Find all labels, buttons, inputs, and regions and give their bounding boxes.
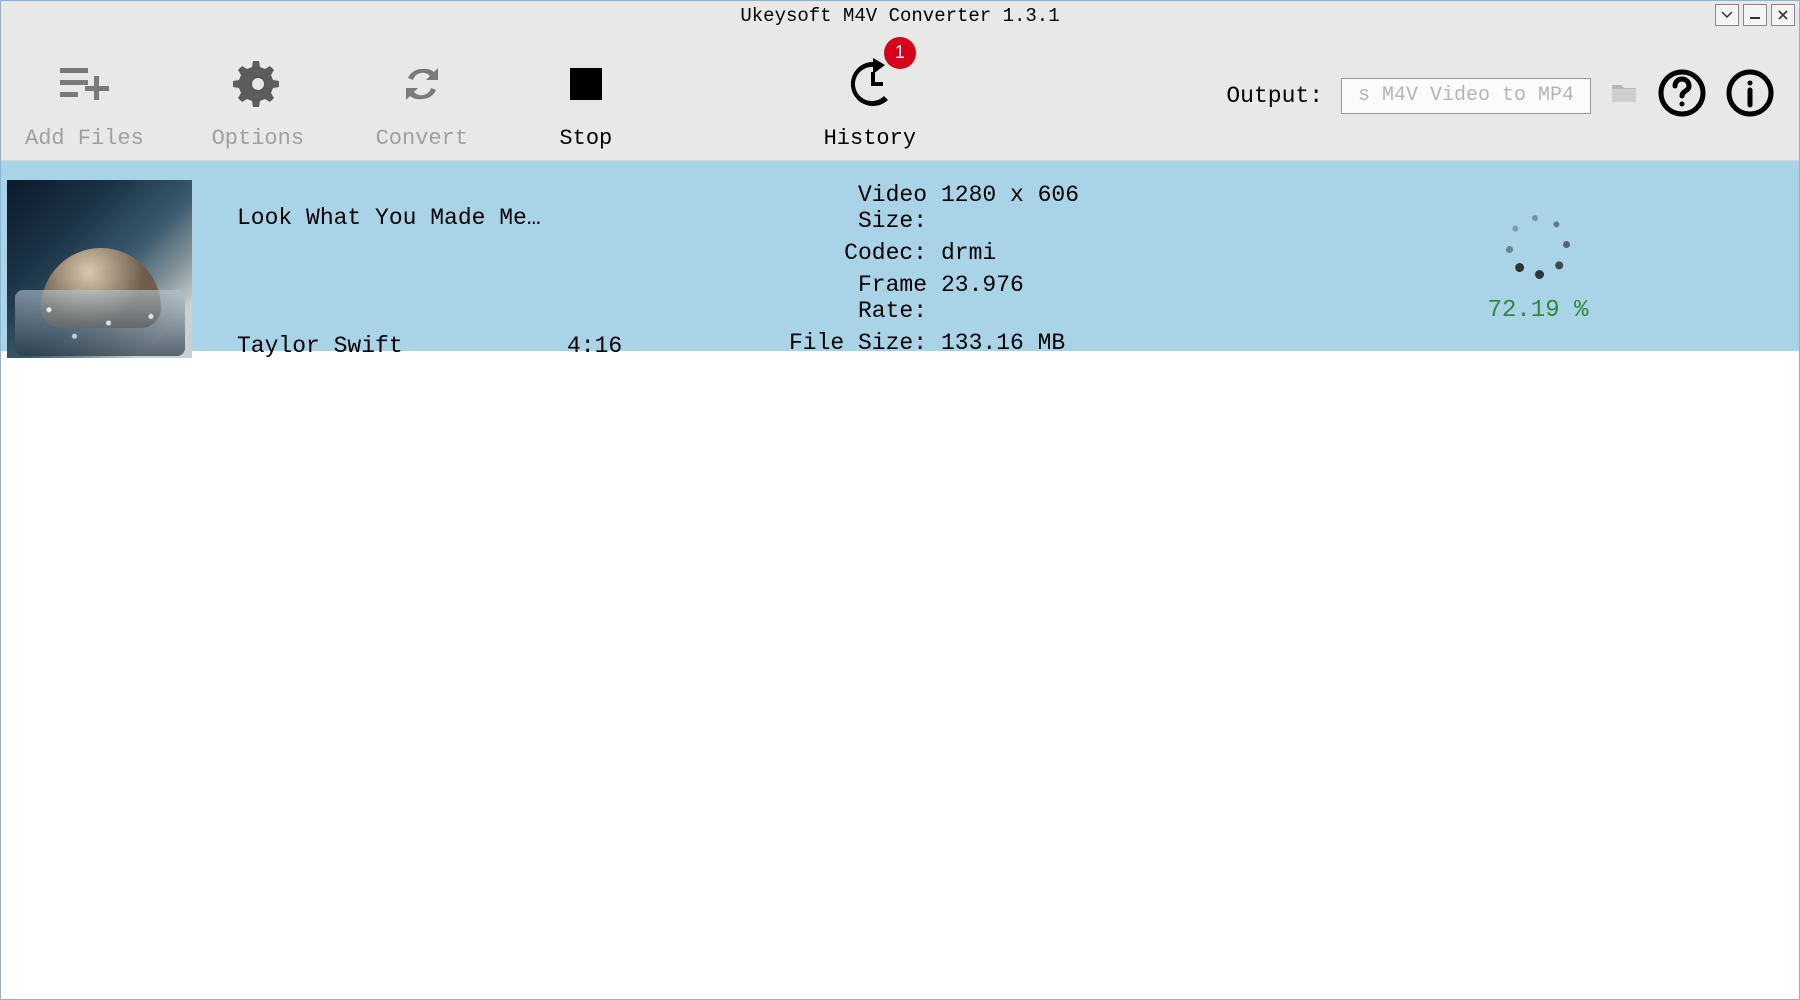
- info-icon: [1725, 68, 1775, 123]
- window-controls: [1715, 4, 1795, 26]
- video-thumbnail: [7, 180, 192, 358]
- options-button[interactable]: Options: [208, 41, 308, 151]
- browse-folder-button[interactable]: [1609, 81, 1639, 111]
- title-cell: Look What You Made Me… Taylor Swift: [217, 167, 557, 371]
- file-size-label: File Size:: [777, 330, 927, 356]
- toolbar-right: Output:: [1226, 71, 1775, 121]
- video-size-label: Video Size:: [777, 182, 927, 234]
- list-item[interactable]: Look What You Made Me… Taylor Swift 4:16…: [1, 161, 1799, 351]
- status-cell: 72.19 %: [1287, 167, 1789, 371]
- video-size-value: 1280 x 606: [941, 182, 1079, 234]
- video-duration: 4:16: [567, 333, 767, 359]
- stop-button[interactable]: Stop: [536, 41, 636, 151]
- help-button[interactable]: [1657, 71, 1707, 121]
- history-badge: 1: [884, 37, 916, 69]
- output-label: Output:: [1226, 83, 1323, 109]
- spinner-icon: [1506, 215, 1570, 279]
- dropdown-button[interactable]: [1715, 4, 1739, 26]
- output-path-input[interactable]: [1341, 78, 1591, 114]
- add-files-label: Add Files: [25, 126, 144, 151]
- convert-button[interactable]: Convert: [372, 41, 472, 151]
- app-title: Ukeysoft M4V Converter 1.3.1: [740, 5, 1059, 27]
- frame-rate-value: 23.976: [941, 272, 1024, 324]
- metadata-cell: Video Size: 1280 x 606 Codec: drmi Frame…: [777, 167, 1277, 371]
- frame-rate-label: Frame Rate:: [777, 272, 927, 324]
- help-icon: [1657, 68, 1707, 123]
- gear-icon: [233, 56, 283, 112]
- history-label: History: [824, 126, 916, 151]
- codec-value: drmi: [941, 240, 996, 266]
- file-list: Look What You Made Me… Taylor Swift 4:16…: [1, 161, 1799, 999]
- sync-icon: [397, 56, 447, 112]
- stop-label: Stop: [559, 126, 612, 151]
- minimize-button[interactable]: [1743, 4, 1767, 26]
- close-button[interactable]: [1771, 4, 1795, 26]
- convert-label: Convert: [376, 126, 468, 151]
- folder-icon: [1610, 81, 1638, 110]
- video-artist: Taylor Swift: [237, 333, 557, 359]
- titlebar: Ukeysoft M4V Converter 1.3.1: [1, 1, 1799, 31]
- file-size-value: 133.16 MB: [941, 330, 1065, 356]
- video-title: Look What You Made Me…: [237, 205, 557, 231]
- app-window: Ukeysoft M4V Converter 1.3.1: [0, 0, 1800, 1000]
- codec-label: Codec:: [777, 240, 927, 266]
- toolbar: Add Files Options Convert: [1, 31, 1799, 161]
- playlist-add-icon: [58, 56, 110, 112]
- progress-percent: 72.19 %: [1488, 297, 1589, 324]
- options-label: Options: [212, 126, 304, 151]
- duration-cell: 4:16: [567, 167, 767, 371]
- info-button[interactable]: [1725, 71, 1775, 121]
- history-button[interactable]: 1 History: [820, 41, 920, 151]
- stop-icon: [568, 56, 604, 112]
- add-files-button[interactable]: Add Files: [25, 41, 144, 151]
